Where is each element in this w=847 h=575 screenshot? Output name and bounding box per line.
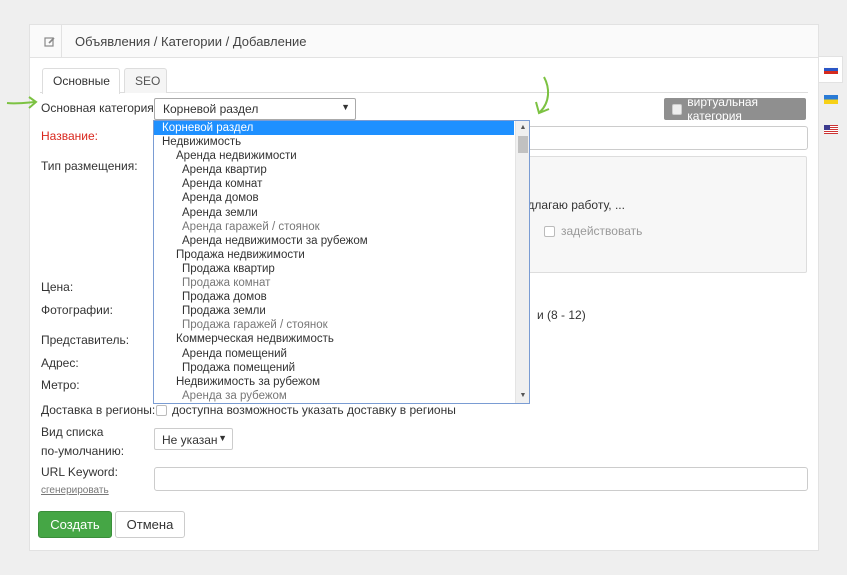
url-keyword-input[interactable] xyxy=(154,467,808,491)
dropdown-option[interactable]: Продажа квартир xyxy=(154,262,514,276)
chevron-down-icon: ▼ xyxy=(341,102,350,112)
us-flag-icon xyxy=(824,125,838,134)
list-view-label-2: по-умолчанию: xyxy=(41,444,125,458)
category-label: Основная категория: xyxy=(41,101,158,115)
dropdown-option[interactable]: Продажа комнат xyxy=(154,276,514,290)
category-select[interactable]: Корневой раздел ▼ xyxy=(154,98,356,120)
dropdown-option[interactable]: Аренда недвижимости за рубежом xyxy=(154,234,514,248)
annotation-arrow-icon xyxy=(6,96,38,109)
dropdown-options: Корневой раздел Недвижимость Аренда недвиж… xyxy=(154,121,514,403)
dropdown-scrollbar[interactable]: ▲ ▼ xyxy=(515,121,529,403)
list-view-label: Вид списка xyxy=(41,425,104,439)
dropdown-option[interactable]: Недвижимость за рубежом xyxy=(154,375,514,389)
type-checkbox[interactable]: задействовать xyxy=(544,224,642,238)
breadcrumb: Объявления / Категории / Добавление xyxy=(75,34,307,49)
dropdown-option[interactable]: Аренда квартир xyxy=(154,163,514,177)
name-label: Название: xyxy=(41,129,98,143)
dropdown-option[interactable]: Продажа домов xyxy=(154,290,514,304)
create-button[interactable]: Создать xyxy=(38,511,112,538)
virtual-category-checkbox[interactable] xyxy=(672,103,683,115)
ru-flag-icon xyxy=(823,65,838,74)
photos-label: Фотографии: xyxy=(41,303,113,317)
tab-bar: Основные SEO xyxy=(40,68,808,94)
delivery-label: Доставка в регионы: xyxy=(41,403,156,417)
delivery-checkbox-label: доступна возможность указать доставку в … xyxy=(172,403,456,417)
ua-flag-icon xyxy=(824,95,838,104)
list-view-value: Не указан xyxy=(162,433,218,447)
dropdown-option[interactable]: Аренда земли xyxy=(154,206,514,220)
dropdown-option[interactable]: Продажа гаражей / стоянок xyxy=(154,318,514,332)
lang-us[interactable] xyxy=(819,116,843,143)
photos-hint: и (8 - 12) xyxy=(537,308,586,322)
scroll-thumb[interactable] xyxy=(518,136,528,153)
virtual-category-toggle[interactable]: виртуальная категория xyxy=(664,95,806,123)
edit-icon xyxy=(38,25,62,58)
dropdown-option[interactable]: Аренда помещений xyxy=(154,347,514,361)
dropdown-option[interactable]: Продажа земли xyxy=(154,304,514,318)
generate-url-link[interactable]: сгенерировать xyxy=(41,485,109,496)
chevron-down-icon: ▼ xyxy=(218,433,227,443)
price-label: Цена: xyxy=(41,280,74,294)
category-select-value: Корневой раздел xyxy=(163,102,259,116)
annotation-arrow-down-icon xyxy=(535,76,550,115)
dropdown-option[interactable]: Аренда комнат xyxy=(154,177,514,191)
dropdown-option[interactable]: Аренда за рубежом xyxy=(154,389,514,403)
metro-label: Метро: xyxy=(41,378,80,392)
address-label: Адрес: xyxy=(41,356,79,370)
url-keyword-label: URL Keyword: xyxy=(41,465,118,479)
dropdown-option[interactable]: Аренда домов xyxy=(154,191,514,205)
list-view-select[interactable]: Не указан ▼ xyxy=(154,428,233,450)
virtual-category-label: виртуальная категория xyxy=(687,95,759,123)
delivery-checkbox-box[interactable] xyxy=(156,404,167,416)
scroll-up-icon[interactable]: ▲ xyxy=(516,121,529,135)
type-checkbox-box[interactable] xyxy=(544,225,555,237)
dropdown-option[interactable]: Продажа недвижимости xyxy=(154,248,514,262)
type-label: Тип размещения: xyxy=(41,159,138,173)
lang-ua[interactable] xyxy=(819,86,843,113)
owner-label: Представитель: xyxy=(41,333,130,347)
dropdown-option[interactable]: Недвижимость xyxy=(154,135,514,149)
type-option-text: едлагаю работу, ... xyxy=(521,198,625,212)
language-bar xyxy=(819,56,843,144)
lang-ru[interactable] xyxy=(819,56,843,83)
category-dropdown-list[interactable]: Корневой раздел Недвижимость Аренда недвиж… xyxy=(153,120,530,404)
cancel-button[interactable]: Отмена xyxy=(115,511,185,538)
type-checkbox-label: задействовать xyxy=(561,224,643,238)
dropdown-option[interactable]: Коммерческая недвижимость xyxy=(154,332,514,346)
dropdown-option[interactable]: Аренда недвижимости xyxy=(154,149,514,163)
tab-seo[interactable]: SEO xyxy=(124,68,167,93)
tab-main[interactable]: Основные xyxy=(42,68,120,94)
dropdown-option[interactable]: Аренда гаражей / стоянок xyxy=(154,220,514,234)
delivery-checkbox[interactable]: доступна возможность указать доставку в … xyxy=(156,403,456,417)
dropdown-option[interactable]: Корневой раздел xyxy=(154,121,514,136)
panel-header: Объявления / Категории / Добавление xyxy=(30,25,818,58)
scroll-down-icon[interactable]: ▼ xyxy=(516,389,529,403)
dropdown-option[interactable]: Продажа помещений xyxy=(154,361,514,375)
